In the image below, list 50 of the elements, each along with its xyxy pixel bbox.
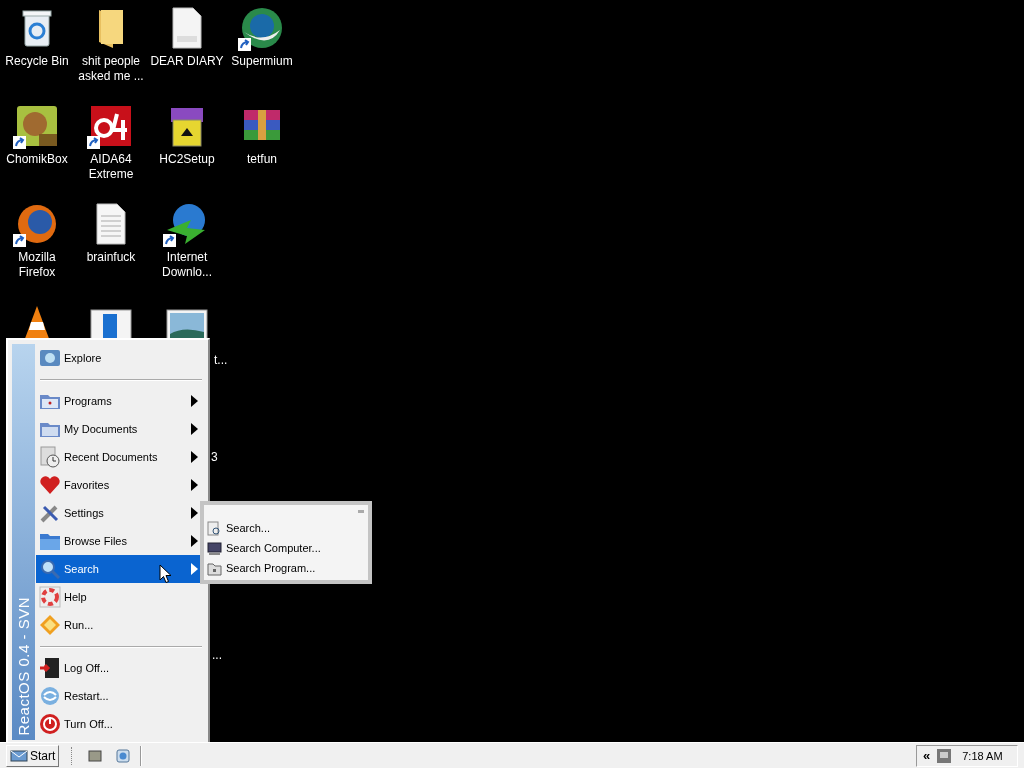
monitor-icon [39,347,61,369]
icon-label[interactable]: Recycle Bin [0,54,74,69]
menu-item[interactable]: Help [36,583,206,611]
icon-label[interactable]: Supermium [225,54,299,69]
magnifier-icon [39,558,61,580]
icon-label[interactable]: Internet Downlo... [150,250,224,280]
icon-label[interactable]: ChomikBox [0,152,74,167]
icon-label[interactable]: 3 [211,450,218,464]
door-icon [39,657,61,679]
icon-label[interactable]: brainfuck [74,250,148,265]
heart-icon [39,474,61,496]
menu-item[interactable]: Search Program... [204,558,368,578]
menu-item[interactable]: Turn Off... [36,710,206,738]
menu-item[interactable]: Recent Documents [36,443,206,471]
menu-item[interactable]: Search Computer... [204,538,368,558]
menu-item[interactable]: Run... [36,611,206,639]
menu-item[interactable]: Favorites [36,471,206,499]
power-icon [39,713,61,735]
menu-item[interactable]: My Documents [36,415,206,443]
icon-label[interactable]: AIDA64 Extreme [74,152,148,182]
envelope-icon [10,749,28,762]
diamond-icon [39,614,61,636]
search-icon [207,520,222,536]
icon-label[interactable]: tetfun [225,152,299,167]
clock-icon [39,446,61,468]
computer-icon [207,540,222,556]
menu-item[interactable]: Browse Files [36,527,206,555]
icon-label[interactable]: t... [214,353,228,367]
folder-icon [207,560,222,576]
menu-item[interactable]: Settings [36,499,206,527]
icon-label[interactable]: Mozilla Firefox [0,250,74,280]
cursor-icon [159,564,172,584]
icon-label[interactable]: shit people asked me ... [74,54,148,84]
menu-item[interactable]: Explore [36,344,206,372]
start-button[interactable]: Start [6,744,60,767]
browser-icon[interactable] [116,748,131,763]
desktop-icon[interactable] [88,749,103,762]
menu-item[interactable]: Search... [204,518,368,538]
grip-icon[interactable] [358,510,364,513]
icon-label[interactable]: ... [212,648,222,662]
expand-tray-button[interactable]: « [923,748,931,763]
menu-item[interactable]: Log Off... [36,654,206,682]
icon-label[interactable]: HC2Setup [150,152,224,167]
clock[interactable]: 7:18 AM [962,749,1003,762]
menu-item[interactable]: Programs [36,387,206,415]
banner-text: ReactOS 0.4 - SVN [15,597,32,738]
lifebuoy-icon [39,586,61,608]
circular-arrows-icon [39,685,61,707]
icon-label[interactable]: DEAR DIARY [150,54,224,69]
menu-item[interactable]: Restart... [36,682,206,710]
